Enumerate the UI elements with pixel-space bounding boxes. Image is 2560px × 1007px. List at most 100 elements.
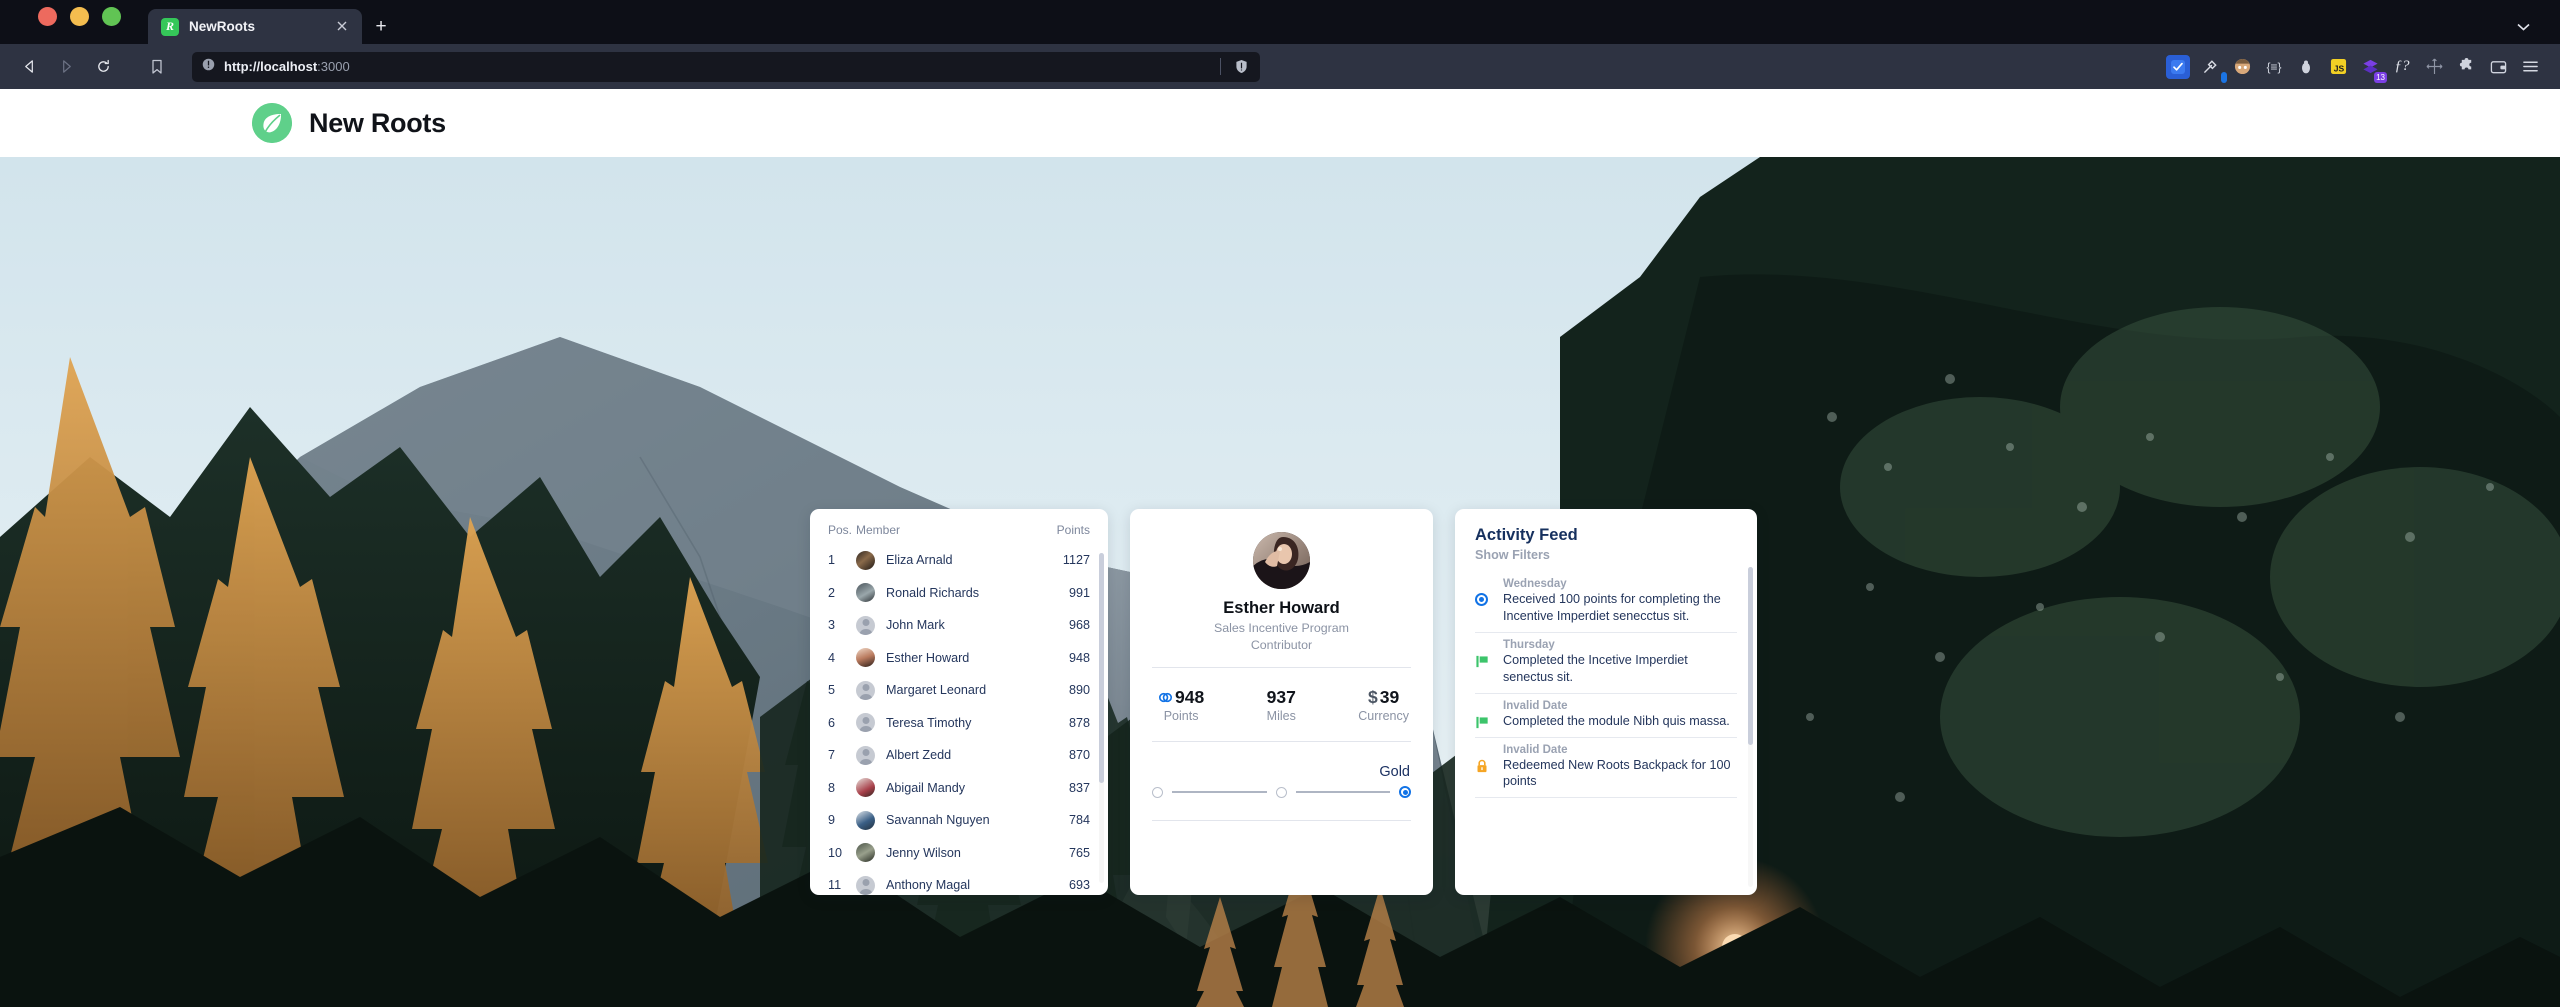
chevron-down-icon[interactable] — [2517, 20, 2530, 34]
dashboard-cards: Pos. Member Points 1 Eliza Arnald 1127 2 — [810, 509, 1757, 895]
browser-tab-bar: R NewRoots + — [0, 0, 2560, 44]
activity-date: Thursday — [1503, 638, 1555, 651]
row-points: 878 — [1068, 715, 1090, 730]
extension-toolbar: {≡} JS 13 ƒ? — [2166, 54, 2560, 83]
minimize-window-button[interactable] — [70, 6, 89, 26]
avatar — [856, 615, 875, 635]
scrollbar-thumb[interactable] — [1748, 567, 1753, 745]
row-member-name: Margaret Leonard — [886, 683, 987, 698]
reload-icon[interactable] — [86, 50, 120, 84]
move-icon[interactable] — [2422, 55, 2446, 79]
scrollbar[interactable] — [1099, 553, 1104, 883]
site-info-icon[interactable] — [202, 58, 215, 76]
wallet-icon[interactable] — [2486, 55, 2510, 79]
list-item[interactable]: Wednesday Received 100 points for comple… — [1475, 572, 1737, 633]
sync-icon[interactable] — [2166, 54, 2190, 79]
address-bar[interactable]: http://localhost:3000 — [192, 51, 1260, 82]
close-icon[interactable] — [334, 20, 350, 34]
leaderboard-rows: 1 Eliza Arnald 1127 2 Ronald Richards 99… — [828, 544, 1090, 895]
menu-icon[interactable] — [2518, 55, 2542, 79]
activity-feed-title: Activity Feed — [1475, 526, 1578, 544]
divider — [1220, 58, 1221, 75]
row-position: 10 — [828, 845, 843, 860]
stat-currency: $ 39 Currency — [1358, 687, 1409, 723]
table-row[interactable]: 2 Ronald Richards 991 — [828, 577, 1090, 610]
new-tab-button[interactable]: + — [366, 9, 396, 44]
table-row[interactable]: 1 Eliza Arnald 1127 — [828, 544, 1090, 577]
favicon-icon: R — [161, 17, 179, 36]
url-text[interactable]: http://localhost:3000 — [224, 59, 1211, 74]
table-row[interactable]: 5 Margaret Leonard 890 — [828, 674, 1090, 707]
braces-icon[interactable]: {≡} — [2262, 55, 2286, 79]
close-window-button[interactable] — [38, 6, 57, 26]
list-item[interactable]: Invalid Date Redeemed New Roots Backpack… — [1475, 738, 1737, 799]
stat-miles-label: Miles — [1266, 709, 1296, 723]
address-bar-region: http://localhost:3000 — [120, 51, 2166, 82]
eyedropper-icon[interactable] — [2198, 55, 2227, 83]
stat-currency-value: 39 — [1379, 687, 1400, 707]
extension-badge — [2220, 71, 2227, 83]
row-member-name: Albert Zedd — [886, 748, 952, 763]
points-icon — [1158, 690, 1173, 705]
activity-body: Received 100 points for completing the I… — [1475, 591, 1737, 625]
scrollbar[interactable] — [1748, 567, 1753, 887]
table-row[interactable]: 10 Jenny Wilson 765 — [828, 837, 1090, 870]
stat-points-value: 948 — [1175, 687, 1205, 707]
divider — [1152, 820, 1411, 821]
shield-icon[interactable] — [1230, 59, 1252, 74]
avatar — [856, 875, 875, 895]
avatar-extension-icon[interactable] — [2230, 55, 2254, 79]
maximize-window-button[interactable] — [102, 6, 121, 26]
table-row[interactable]: 8 Abigail Mandy 837 — [828, 772, 1090, 805]
profile-name: Esther Howard — [1223, 599, 1340, 617]
row-position: 6 — [828, 715, 836, 730]
scrollbar-thumb[interactable] — [1099, 553, 1104, 783]
table-row[interactable]: 11 Anthony Magal 693 — [828, 869, 1090, 895]
puzzle-icon[interactable] — [2454, 55, 2478, 79]
row-points: 837 — [1068, 780, 1090, 795]
table-row[interactable]: 9 Savannah Nguyen 784 — [828, 804, 1090, 837]
layers-icon[interactable]: 13 — [2358, 55, 2387, 83]
leaf-logo-icon[interactable] — [252, 103, 292, 143]
tier-step-1[interactable] — [1152, 786, 1163, 798]
row-member-name: Jenny Wilson — [886, 845, 961, 860]
window-traffic-lights — [0, 0, 121, 44]
activity-body: Completed the module Nibh quis massa. — [1475, 713, 1737, 730]
row-position: 2 — [828, 585, 836, 600]
tier-step-2[interactable] — [1275, 786, 1287, 798]
row-position: 5 — [828, 683, 836, 698]
activity-date: Invalid Date — [1503, 699, 1568, 712]
tier-step-3-active[interactable] — [1399, 786, 1411, 798]
row-member-name: Anthony Magal — [886, 878, 971, 893]
list-item[interactable]: Thursday Completed the Incetive Imperdie… — [1475, 633, 1737, 694]
bug-icon[interactable] — [2294, 55, 2318, 79]
column-header-member: Member — [856, 523, 901, 537]
page-title: New Roots — [309, 107, 446, 138]
profile-role-line2: Contributor — [1250, 637, 1313, 652]
back-icon[interactable] — [12, 50, 46, 84]
js-icon[interactable]: JS — [2326, 55, 2350, 79]
activity-list: Wednesday Received 100 points for comple… — [1475, 572, 1737, 799]
profile-role: Sales Incentive Program Contributor — [1152, 620, 1411, 653]
forward-icon[interactable] — [49, 50, 83, 84]
browser-tab[interactable]: R NewRoots — [148, 9, 362, 44]
row-points: 765 — [1068, 845, 1090, 860]
column-header-points: Points — [1056, 523, 1090, 537]
avatar — [856, 713, 875, 733]
tier-track[interactable] — [1152, 786, 1411, 798]
table-row[interactable]: 4 Esther Howard 948 — [828, 642, 1090, 675]
table-row[interactable]: 6 Teresa Timothy 878 — [828, 707, 1090, 740]
row-position: 1 — [828, 553, 836, 568]
row-member-name: Teresa Timothy — [886, 715, 972, 730]
row-position: 11 — [828, 878, 842, 893]
table-row[interactable]: 3 John Mark 968 — [828, 609, 1090, 642]
flag-icon — [1475, 652, 1503, 669]
list-item[interactable]: Invalid Date Completed the module Nibh q… — [1475, 694, 1737, 738]
function-icon[interactable]: ƒ? — [2390, 55, 2414, 79]
row-member-name: Esther Howard — [886, 650, 970, 665]
table-row[interactable]: 7 Albert Zedd 870 — [828, 739, 1090, 772]
row-member-name: Abigail Mandy — [886, 780, 966, 795]
show-filters-link[interactable]: Show Filters — [1475, 548, 1737, 562]
bookmark-icon[interactable] — [144, 59, 170, 75]
stat-miles: 937 Miles — [1267, 687, 1296, 723]
